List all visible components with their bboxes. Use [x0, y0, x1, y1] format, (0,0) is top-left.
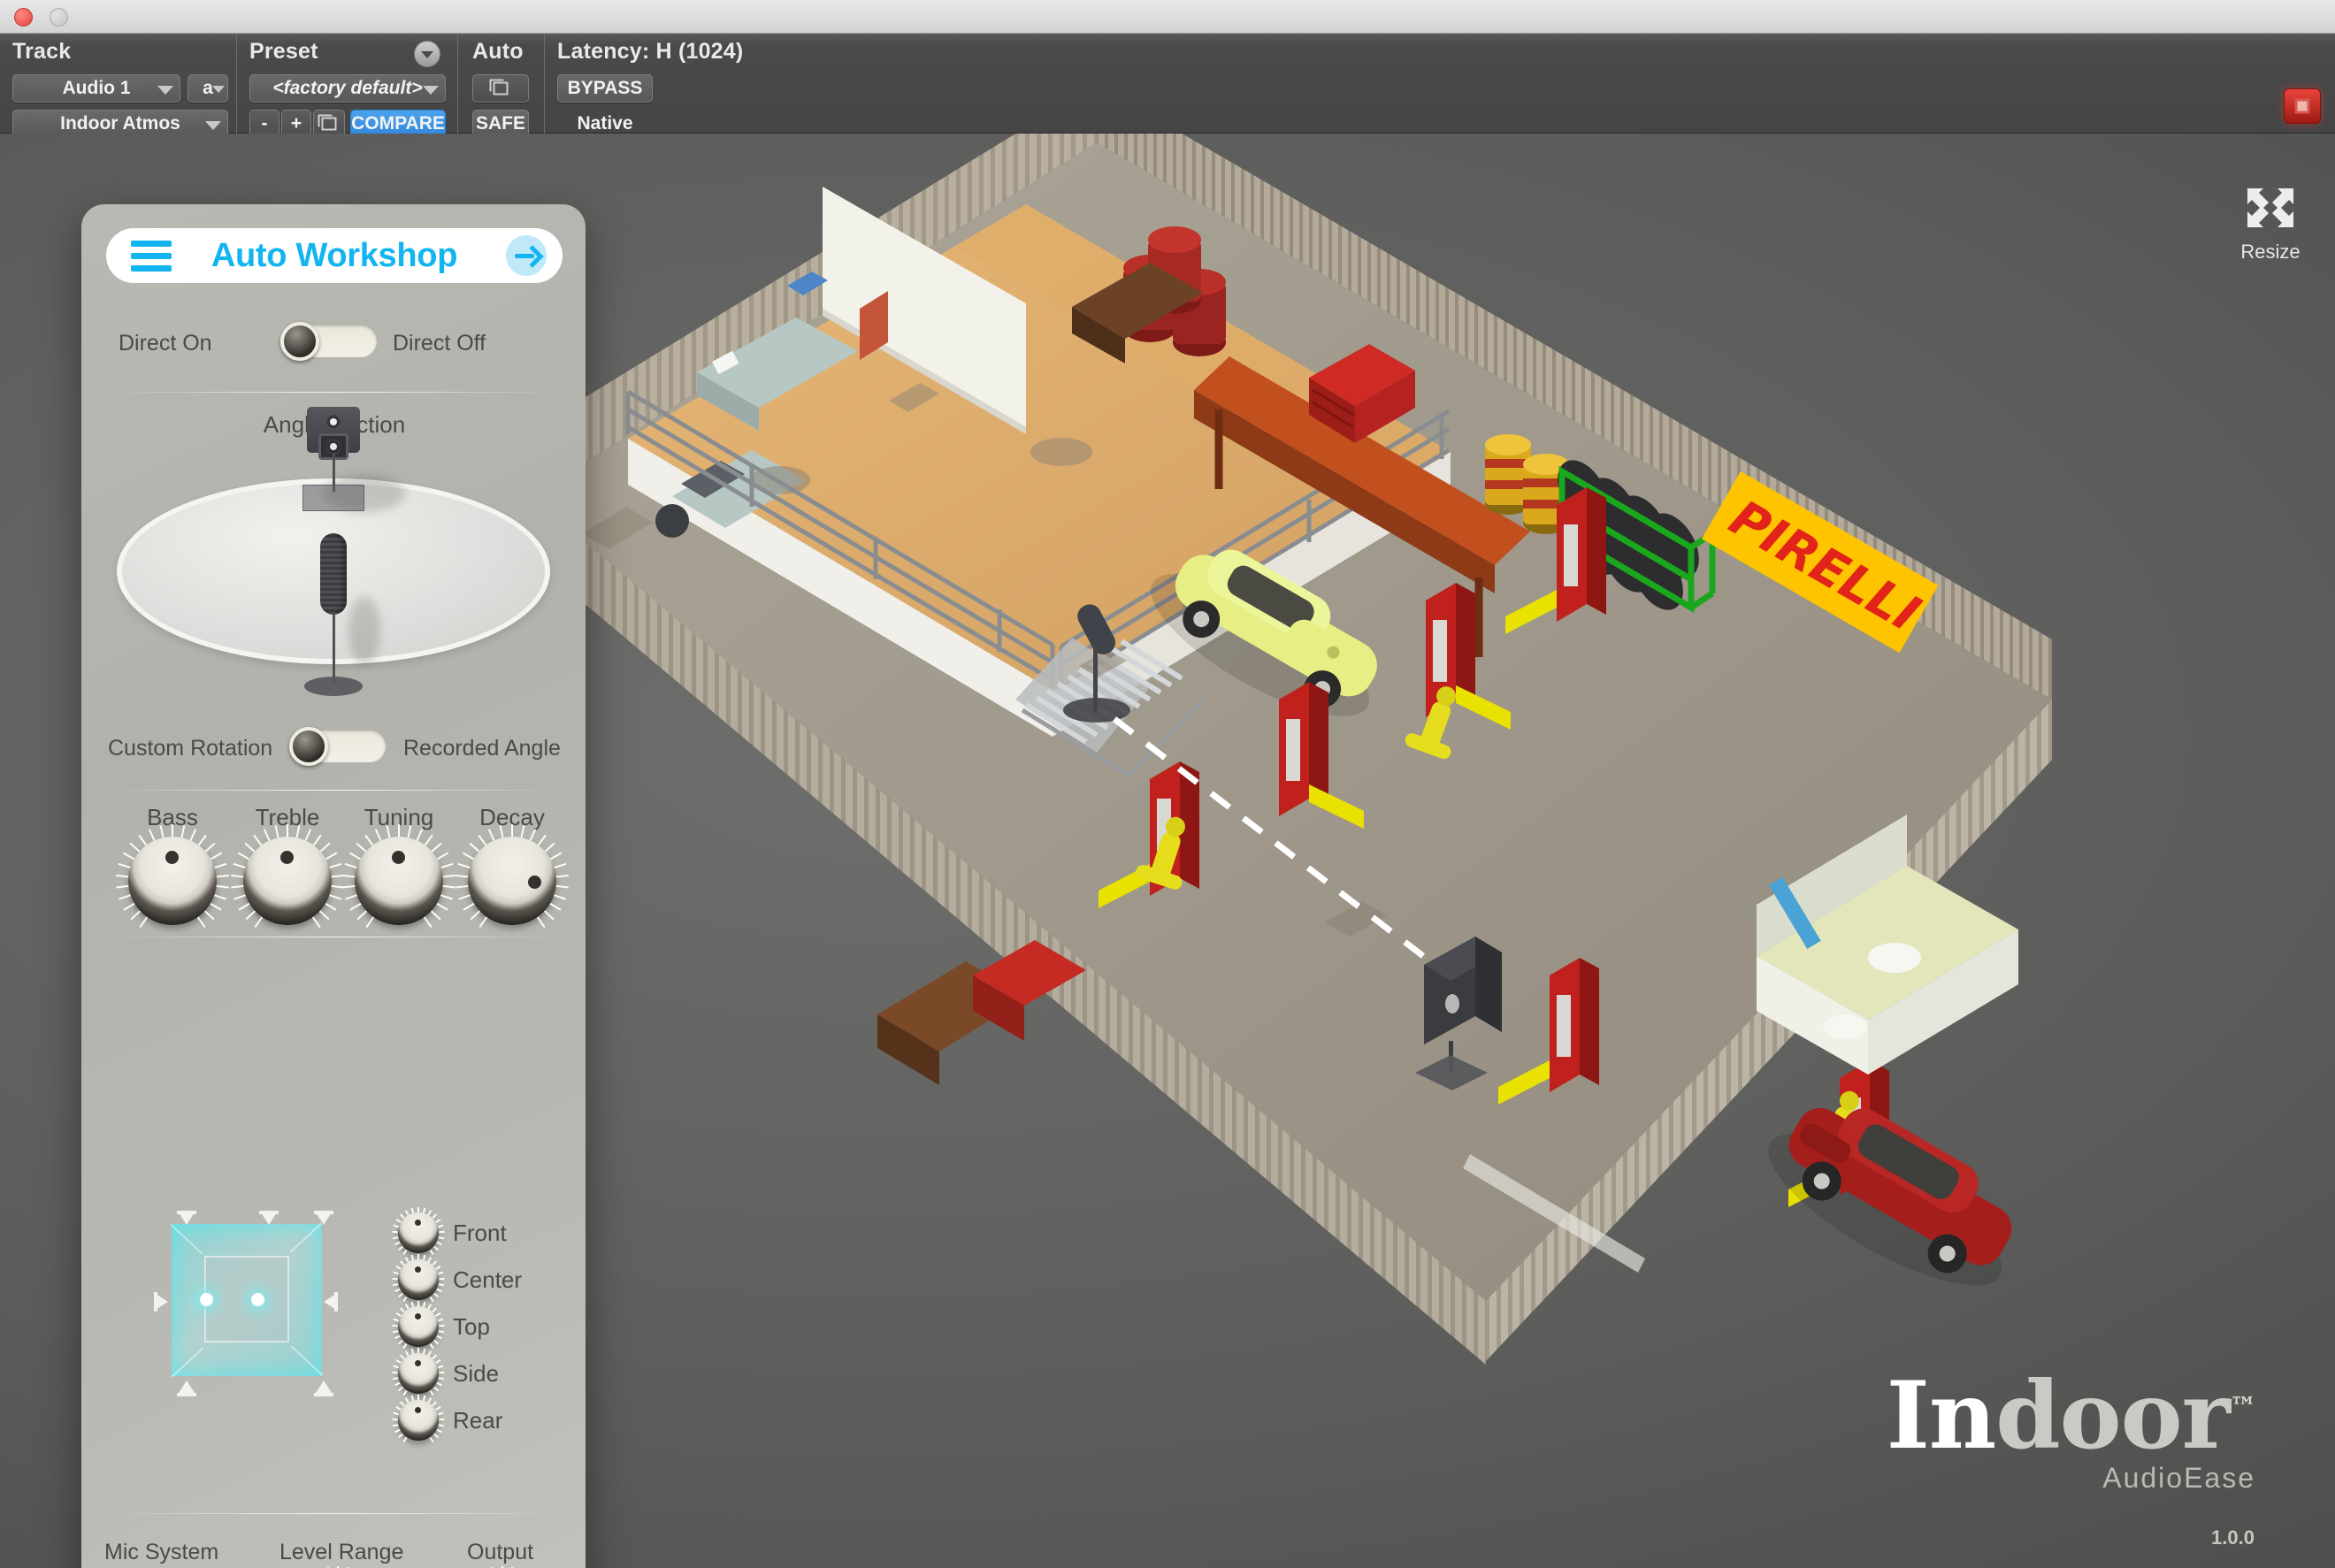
level-range-label: Level Range [279, 1540, 404, 1564]
camera-icon[interactable] [302, 407, 364, 511]
channel-side-label: Side [453, 1359, 500, 1387]
channel-top[interactable]: Top [392, 1300, 490, 1349]
preset-select[interactable]: <factory default> [249, 74, 446, 103]
rotation-toggle-knob [289, 727, 328, 766]
recorded-angle-label: Recorded Angle [403, 736, 561, 761]
knob-decay-dial[interactable] [456, 824, 569, 929]
chevron-down-icon [423, 86, 439, 95]
preset-section-label: Preset [249, 39, 318, 64]
resize-label: Resize [2240, 241, 2301, 263]
channel-top-label: Top [453, 1312, 490, 1340]
room-speaker-layout[interactable] [170, 1222, 324, 1378]
knob-decay[interactable]: Decay [455, 804, 570, 929]
speaker-dot [251, 1293, 264, 1306]
workshop-render: PIRELLI [522, 134, 2052, 1365]
auto-copy-button[interactable] [472, 74, 529, 103]
auto-section: Auto SAFE [458, 34, 545, 138]
speaker-nub-side-left [156, 1294, 168, 1310]
knob-treble[interactable]: Treble [230, 804, 345, 929]
speaker-dot [200, 1293, 213, 1306]
speaker-nub-bottom-right [316, 1381, 332, 1393]
mic-system-label: Mic System [104, 1540, 219, 1564]
panel-header: Auto Workshop [106, 228, 563, 283]
chevron-down-icon [212, 86, 225, 93]
output-label: Output [467, 1540, 534, 1564]
bypass-label: BYPASS [567, 78, 643, 98]
chevron-down-icon [205, 121, 221, 130]
channel-side[interactable]: Side [392, 1347, 500, 1396]
direct-on-label: Direct On [119, 331, 212, 356]
chevron-down-icon [157, 86, 173, 95]
knob-tuning[interactable]: Tuning [341, 804, 456, 929]
knob-treble-dial[interactable] [231, 824, 344, 929]
knob-tuning-dial[interactable] [342, 824, 456, 929]
channel-side-dial[interactable] [392, 1347, 445, 1396]
speaker-nub-top-left [179, 1212, 195, 1225]
latency-section: Latency: H (1024) BYPASS Native [545, 34, 810, 134]
channel-center-dial[interactable] [392, 1253, 445, 1302]
channel-front-label: Front [453, 1219, 507, 1246]
record-icon[interactable] [2284, 88, 2321, 124]
rotation-toggle[interactable] [289, 727, 386, 766]
safe-label: SAFE [475, 113, 525, 134]
logo-light-part: In [1886, 1360, 1996, 1470]
direct-toggle-knob [280, 322, 319, 361]
copy-icon [489, 79, 509, 96]
preset-select-value: <factory default> [272, 78, 423, 98]
copy-icon [318, 114, 337, 131]
preset-previous-label: - [261, 113, 268, 134]
knob-bass-dial[interactable] [116, 824, 229, 929]
microphone-icon[interactable] [304, 533, 363, 696]
channel-front[interactable]: Front [392, 1206, 507, 1255]
preset-menu-button[interactable] [414, 41, 440, 67]
latency-label: Latency: H (1024) [557, 39, 744, 64]
track-section: Track Audio 1 a Indoor Atmos [0, 34, 237, 138]
custom-rotation-label: Custom Rotation [108, 736, 273, 761]
auto-workshop-3d-scene: PIRELLI [522, 134, 2255, 1568]
contract-arrows-icon [2247, 188, 2293, 227]
preset-next-label: + [290, 113, 302, 134]
channel-top-dial[interactable] [392, 1300, 445, 1349]
plugin-control-panel: Auto Workshop Direct On Direct Off Angle… [81, 204, 586, 1568]
track-letter-select[interactable]: a [188, 74, 228, 103]
knob-bass[interactable]: Bass [115, 804, 230, 929]
version-label: 1.0.0 [2211, 1526, 2255, 1549]
native-label: Native [577, 113, 633, 134]
window-close-button[interactable] [14, 8, 33, 27]
divider [106, 392, 563, 393]
logo-dark-part: door [1995, 1360, 2231, 1470]
direct-off-label: Direct Off [393, 331, 486, 356]
plugin-select-value: Indoor Atmos [60, 113, 180, 134]
bypass-button[interactable]: BYPASS [557, 74, 653, 103]
divider [106, 790, 563, 791]
speaker-nub-top-right [316, 1212, 332, 1225]
plugin-stage: PIRELLI Resize Indoor™ AudioEase 1.0.0 A… [0, 134, 2335, 1568]
product-logo: Indoor™ [1884, 1369, 2256, 1462]
plugin-window: Track Audio 1 a Indoor Atmos Preset <fac… [0, 0, 2335, 1568]
track-section-label: Track [12, 39, 72, 64]
preset-section: Preset <factory default> - + COMPARE [237, 34, 458, 138]
direct-toggle[interactable] [280, 322, 377, 361]
trademark-symbol: ™ [2230, 1392, 2256, 1423]
window-minimize-button[interactable] [50, 8, 68, 27]
panel-title: Auto Workshop [211, 236, 458, 274]
speaker-nub-bottom-left [179, 1381, 195, 1393]
compare-label: COMPARE [351, 113, 445, 134]
track-select-value: Audio 1 [62, 78, 131, 98]
channel-rear-label: Rear [453, 1406, 503, 1434]
channel-center-label: Center [453, 1266, 523, 1293]
divider [106, 1513, 563, 1514]
daw-plugin-toolbar: Track Audio 1 a Indoor Atmos Preset <fac… [0, 34, 2335, 138]
resize-control[interactable]: Resize [2231, 187, 2310, 264]
channel-rear[interactable]: Rear [392, 1394, 503, 1442]
channel-front-dial[interactable] [392, 1206, 445, 1255]
channel-rear-dial[interactable] [392, 1394, 445, 1442]
track-select[interactable]: Audio 1 [12, 74, 180, 103]
speaker-nub-top-center [261, 1212, 277, 1225]
channel-center[interactable]: Center [392, 1253, 523, 1302]
auto-section-label: Auto [472, 39, 524, 64]
arrow-right-circle-icon[interactable] [506, 235, 547, 276]
product-branding: Indoor™ AudioEase [1884, 1369, 2256, 1495]
window-titlebar [0, 0, 2335, 34]
